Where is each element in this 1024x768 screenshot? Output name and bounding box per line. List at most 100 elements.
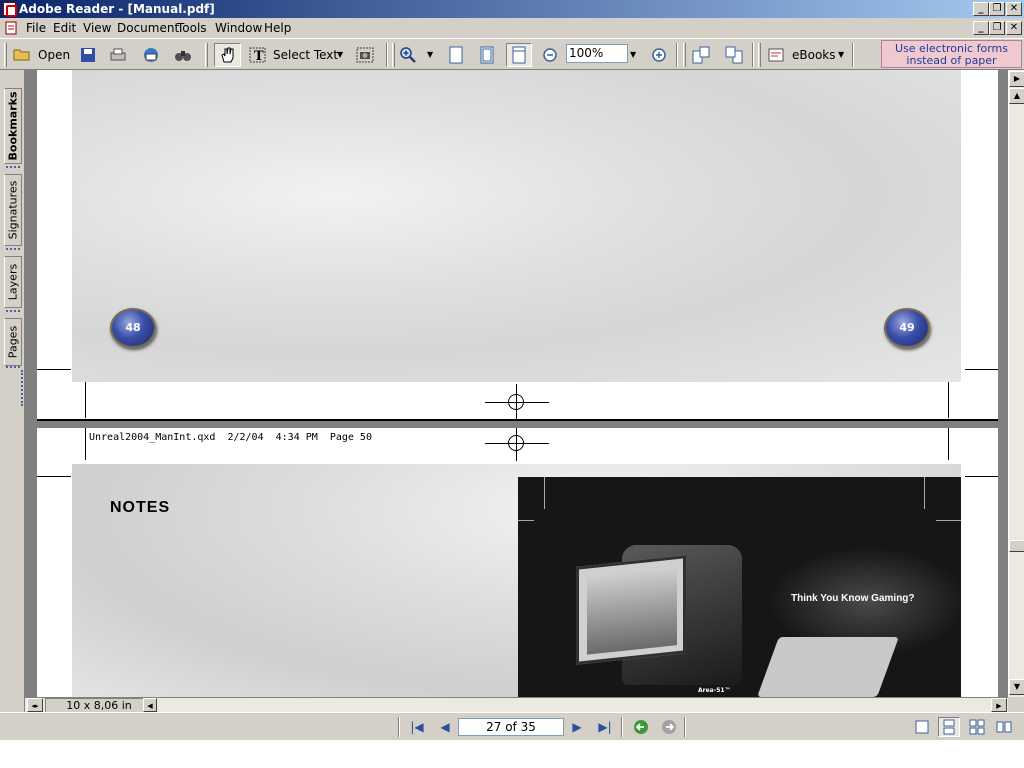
- zoom-dropdown-icon[interactable]: ▼: [630, 44, 636, 66]
- facing-layout-icon[interactable]: [968, 719, 986, 735]
- crop-mark: [948, 428, 949, 460]
- restore-button[interactable]: ❐: [989, 2, 1005, 16]
- page-number-input[interactable]: 27 of 35: [458, 718, 564, 736]
- scroll-down-button[interactable]: ▼: [1009, 679, 1024, 695]
- scroll-left-button[interactable]: ◀: [143, 698, 157, 712]
- select-text-dropdown-icon[interactable]: ▼: [337, 44, 343, 66]
- toolbar-grip-4[interactable]: [683, 43, 686, 67]
- tab-signatures-label: Signatures: [6, 180, 20, 240]
- search-binoculars-icon[interactable]: [174, 46, 192, 64]
- rotate-counterclockwise-icon[interactable]: [725, 46, 743, 64]
- page-number-badge-right: 49: [884, 308, 930, 348]
- fit-page-icon[interactable]: [478, 46, 496, 64]
- gaming-advertisement: Think You Know Gaming? Area-51™: [518, 477, 961, 697]
- menu-edit[interactable]: Edit: [53, 21, 76, 35]
- tab-pages-label: Pages: [6, 325, 20, 359]
- actual-size-icon[interactable]: [447, 46, 465, 64]
- toolbar-grip-5[interactable]: [758, 43, 761, 67]
- doc-minimize-button[interactable]: _: [973, 21, 989, 35]
- zoom-tool-dropdown-icon[interactable]: ▼: [427, 44, 433, 66]
- ebooks-dropdown-icon[interactable]: ▼: [838, 44, 844, 66]
- crop-mark: [37, 369, 71, 370]
- next-page-icon[interactable]: ▶: [568, 719, 586, 735]
- zoom-out-icon[interactable]: [541, 46, 559, 64]
- registration-mark: [508, 435, 524, 451]
- crop-mark: [936, 520, 961, 521]
- single-page-layout-icon[interactable]: [913, 719, 931, 735]
- horizontal-scrollbar[interactable]: ◂▸ 10 x 8,06 in ◀ ▶: [25, 697, 1008, 713]
- select-text-button[interactable]: Select Text: [273, 44, 338, 66]
- toolbar-separator: [386, 43, 388, 67]
- crop-mark: [544, 477, 545, 509]
- status-bar: |◀ ◀ 27 of 35 ▶ ▶|: [0, 712, 1024, 740]
- menu-document[interactable]: Document: [117, 21, 179, 35]
- split-handle-icon[interactable]: ◂▸: [27, 698, 43, 712]
- select-text-icon[interactable]: T: [249, 46, 267, 64]
- scroll-up-button[interactable]: ▲: [1009, 88, 1024, 104]
- continuous-layout-button[interactable]: [938, 717, 960, 737]
- scroll-thumb[interactable]: [1009, 540, 1024, 552]
- toolbar-grip-2[interactable]: [205, 43, 208, 67]
- menu-file[interactable]: File: [26, 21, 46, 35]
- registration-mark: [508, 394, 524, 410]
- doc-close-button[interactable]: ✕: [1006, 21, 1022, 35]
- window-title: Adobe Reader - [Manual.pdf]: [19, 2, 215, 16]
- open-button[interactable]: Open: [38, 44, 70, 66]
- minimize-button[interactable]: _: [973, 2, 989, 16]
- panel-resize-handle[interactable]: [21, 370, 24, 406]
- continuous-facing-layout-icon[interactable]: [995, 719, 1013, 735]
- close-button[interactable]: ✕: [1006, 2, 1022, 16]
- snapshot-camera-icon[interactable]: [356, 46, 374, 64]
- promo-line-2: instead of paper: [906, 54, 997, 67]
- cloud-background: [72, 70, 961, 382]
- page-gap: [37, 419, 998, 428]
- zoom-input[interactable]: 100%: [566, 44, 628, 63]
- electronic-forms-banner[interactable]: Use electronic forms instead of paper: [881, 40, 1022, 68]
- zoom-in-tool-icon[interactable]: [399, 46, 417, 64]
- menu-view[interactable]: View: [83, 21, 111, 35]
- tab-bookmarks[interactable]: Bookmarks: [4, 88, 22, 164]
- tab-grip-4: [6, 366, 20, 370]
- open-folder-icon[interactable]: [13, 45, 31, 63]
- previous-view-icon[interactable]: [632, 719, 650, 735]
- ad-headline: Think You Know Gaming?: [791, 593, 915, 604]
- tab-signatures[interactable]: Signatures: [4, 174, 22, 246]
- continuous-layout-icon: [943, 719, 955, 735]
- ad-brand: Area-51™: [698, 687, 731, 694]
- tab-layers[interactable]: Layers: [4, 256, 22, 308]
- title-bar[interactable]: Adobe Reader - [Manual.pdf] _ ❐ ✕: [0, 0, 1024, 18]
- toolbar-grip[interactable]: [4, 43, 7, 67]
- fit-width-icon: [512, 46, 526, 64]
- ebooks-button[interactable]: eBooks: [792, 44, 836, 66]
- email-icon[interactable]: [142, 46, 160, 64]
- toolbar-separator-4: [852, 43, 854, 67]
- print-icon[interactable]: [109, 46, 127, 64]
- last-page-icon[interactable]: ▶|: [596, 719, 614, 735]
- menu-tools[interactable]: Tools: [177, 21, 207, 35]
- toolbar: Open T Select Text ▼ ▼ ▼ eBooks ▼: [0, 38, 1024, 70]
- toolbar-separator-2: [676, 43, 678, 67]
- previous-page-icon[interactable]: ◀: [436, 719, 454, 735]
- tab-pages[interactable]: Pages: [4, 318, 22, 366]
- ebooks-icon[interactable]: [767, 46, 785, 64]
- menu-window[interactable]: Window: [215, 21, 262, 35]
- hand-tool-button[interactable]: [214, 43, 241, 67]
- save-icon[interactable]: [79, 46, 97, 64]
- document-view[interactable]: 48 49 Unreal2004_ManInt.qxd 2/2/04 4:34 …: [25, 70, 1008, 697]
- zoom-in-icon[interactable]: [650, 46, 668, 64]
- crop-mark: [965, 476, 998, 477]
- doc-restore-button[interactable]: ❐: [989, 21, 1005, 35]
- document-icon[interactable]: [4, 21, 18, 35]
- toolbar-grip-3[interactable]: [392, 43, 395, 67]
- menu-help[interactable]: Help: [264, 21, 291, 35]
- vertical-scrollbar[interactable]: ▶ ▲ ▼: [1008, 70, 1024, 697]
- fit-width-button[interactable]: [506, 43, 532, 67]
- next-view-icon[interactable]: [660, 719, 678, 735]
- rotate-clockwise-icon[interactable]: [692, 46, 710, 64]
- show-navigation-arrow-icon[interactable]: ▶: [1009, 71, 1024, 87]
- notes-heading: NOTES: [110, 499, 171, 516]
- scroll-right-button[interactable]: ▶: [991, 698, 1007, 712]
- crop-mark: [85, 428, 86, 460]
- adobe-reader-icon: [3, 2, 17, 17]
- first-page-icon[interactable]: |◀: [408, 719, 426, 735]
